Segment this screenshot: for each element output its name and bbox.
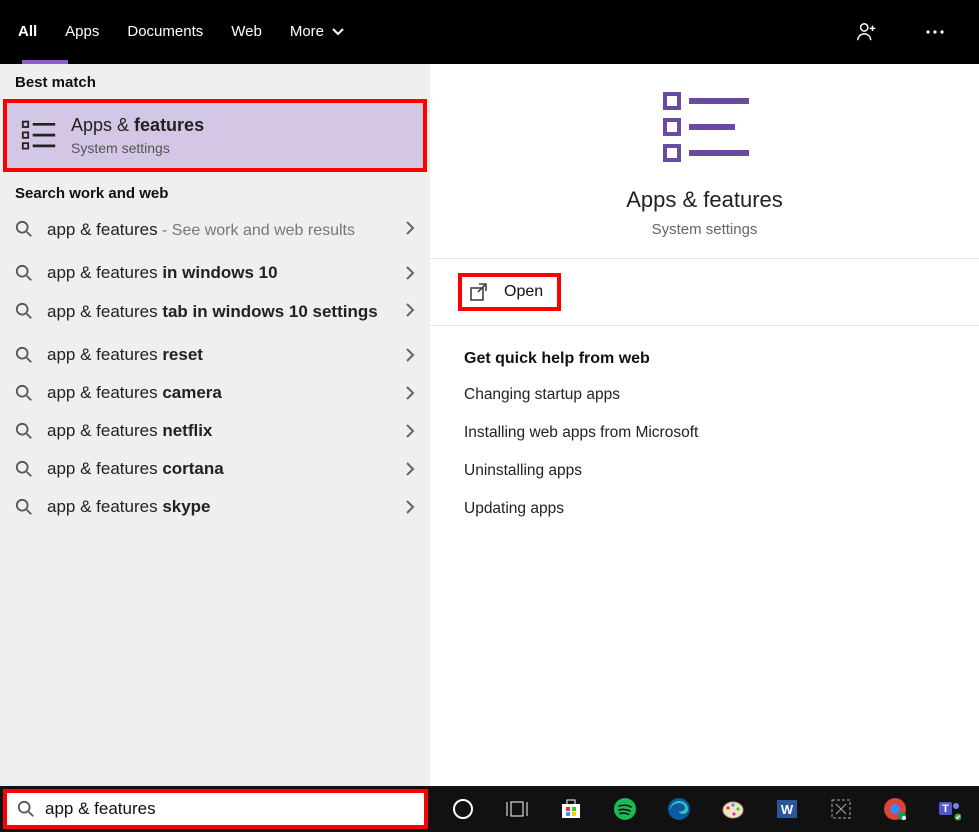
search-icon: [15, 264, 33, 282]
search-filter-tabs: All Apps Documents Web More: [0, 0, 979, 64]
open-button[interactable]: Open: [458, 273, 561, 311]
best-match-title-bold: features: [134, 115, 204, 135]
search-result-text: app & features cortana: [47, 459, 391, 479]
svg-text:W: W: [781, 802, 794, 817]
search-result[interactable]: app & features camera: [0, 374, 430, 412]
cortana-circle-icon[interactable]: [440, 786, 486, 832]
quick-help-link[interactable]: Updating apps: [464, 500, 945, 518]
detail-title: Apps & features: [430, 187, 979, 213]
results-pane: Best match Apps & features System settin…: [0, 64, 430, 832]
open-button-label: Open: [504, 283, 543, 301]
search-icon: [15, 498, 33, 516]
search-icon: [15, 384, 33, 402]
tab-more-label: More: [290, 23, 324, 40]
search-icon: [15, 220, 33, 238]
tab-all[interactable]: All: [18, 23, 37, 42]
tab-documents[interactable]: Documents: [127, 23, 203, 42]
chevron-right-icon: [405, 302, 415, 318]
tab-more[interactable]: More: [290, 23, 344, 42]
search-icon: [15, 460, 33, 478]
microsoft-store-icon[interactable]: [548, 786, 594, 832]
search-result[interactable]: app & features skype: [0, 488, 430, 526]
open-external-icon: [470, 283, 488, 301]
best-match-label: Best match: [0, 64, 430, 99]
chevron-right-icon: [405, 499, 415, 515]
search-result[interactable]: app & features - See work and web result…: [0, 210, 430, 254]
chevron-right-icon: [405, 461, 415, 477]
search-result-text: app & features reset: [47, 345, 391, 365]
tab-apps[interactable]: Apps: [65, 23, 99, 42]
detail-pane: Apps & features System settings Open Get…: [430, 64, 979, 832]
chevron-right-icon: [405, 347, 415, 363]
best-match-title-prefix: App: [71, 115, 103, 135]
search-result[interactable]: app & features cortana: [0, 450, 430, 488]
quick-help-heading: Get quick help from web: [464, 350, 945, 368]
chrome-icon[interactable]: [872, 786, 918, 832]
search-icon: [15, 422, 33, 440]
more-options-icon[interactable]: [915, 12, 955, 52]
search-web-label: Search work and web: [0, 175, 430, 210]
search-result[interactable]: app & features netflix: [0, 412, 430, 450]
search-result[interactable]: app & features reset: [0, 336, 430, 374]
chevron-right-icon: [405, 265, 415, 281]
search-result-text: app & features - See work and web result…: [47, 220, 391, 240]
task-view-icon[interactable]: [494, 786, 540, 832]
person-icon: [856, 21, 878, 43]
paint-icon[interactable]: [710, 786, 756, 832]
best-match-result[interactable]: Apps & features System settings: [3, 99, 427, 172]
search-result-text: app & features tab in windows 10 setting…: [47, 302, 391, 322]
chevron-down-icon: [332, 28, 344, 36]
chevron-right-icon: [405, 423, 415, 439]
tab-web[interactable]: Web: [231, 23, 262, 42]
spotify-icon[interactable]: [602, 786, 648, 832]
search-result-text: app & features camera: [47, 383, 391, 403]
apps-features-large-icon: [655, 88, 755, 168]
best-match-title: Apps & features: [71, 115, 204, 136]
apps-features-list-icon: [21, 119, 57, 153]
snip-sketch-icon[interactable]: [818, 786, 864, 832]
search-result[interactable]: app & features tab in windows 10 setting…: [0, 292, 430, 336]
account-icon[interactable]: [847, 12, 887, 52]
detail-subtitle: System settings: [430, 221, 979, 238]
chevron-right-icon: [405, 385, 415, 401]
search-result-text: app & features skype: [47, 497, 391, 517]
edge-browser-icon[interactable]: [656, 786, 702, 832]
search-result[interactable]: app & features in windows 10: [0, 254, 430, 292]
quick-help-link[interactable]: Changing startup apps: [464, 386, 945, 404]
taskbar-search-box[interactable]: [3, 789, 428, 829]
search-icon: [17, 800, 35, 818]
teams-icon[interactable]: T: [926, 786, 972, 832]
search-icon: [15, 302, 33, 320]
best-match-subtitle: System settings: [71, 140, 204, 156]
svg-text:T: T: [942, 803, 949, 815]
quick-help-link[interactable]: Uninstalling apps: [464, 462, 945, 480]
active-tab-underline: [22, 60, 68, 64]
ellipsis-icon: [925, 29, 945, 35]
word-icon[interactable]: W: [764, 786, 810, 832]
best-match-title-mid: s &: [103, 115, 134, 135]
search-result-text: app & features netflix: [47, 421, 391, 441]
chevron-right-icon: [405, 220, 415, 236]
quick-help-link[interactable]: Installing web apps from Microsoft: [464, 424, 945, 442]
search-icon: [15, 346, 33, 364]
taskbar-search-input[interactable]: [45, 799, 414, 819]
search-result-text: app & features in windows 10: [47, 263, 391, 283]
